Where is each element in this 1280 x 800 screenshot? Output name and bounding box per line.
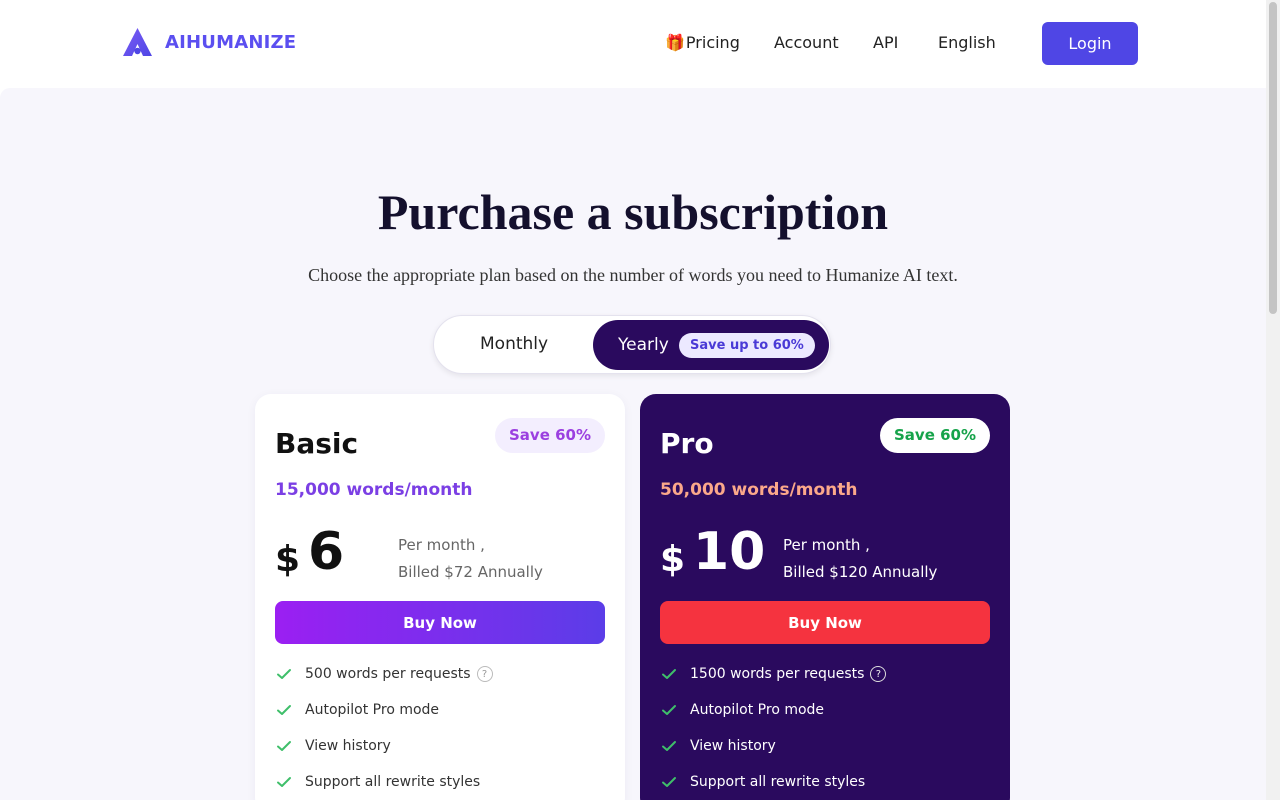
plan-card-pro: Pro Save 60% 50,000 words/month $ 10 Per…	[640, 394, 1010, 800]
page-scrollbar[interactable]	[1266, 0, 1280, 800]
plan-word-quota: 50,000 words/month	[660, 480, 858, 500]
feature-label: Autopilot Pro mode	[690, 702, 825, 718]
billed-annually-text: Billed $120 Annually	[783, 563, 938, 581]
price-currency: $	[660, 539, 686, 580]
feature-label: Autopilot Pro mode	[305, 702, 440, 718]
per-month-text: Per month ,	[783, 536, 870, 554]
plan-name: Basic	[275, 427, 359, 460]
yearly-save-badge: Save up to 60%	[679, 333, 815, 358]
list-item: Support all rewrite styles	[660, 764, 886, 800]
login-button[interactable]: Login	[1042, 22, 1138, 65]
list-item: Autopilot Pro mode	[275, 692, 493, 728]
price-billing-note: Per month , Billed $72 Annually	[398, 532, 543, 586]
list-item: 1500 words per requests ?	[660, 656, 887, 692]
check-icon	[275, 665, 293, 683]
feature-label: 500 words per requests	[305, 666, 471, 682]
feature-list: 1500 words per requests ? Autopilot Pro …	[660, 656, 887, 800]
feature-label: View history	[305, 738, 391, 754]
plan-save-badge: Save 60%	[494, 418, 605, 453]
brand-name: AIHUMANIZE	[165, 31, 297, 53]
price-billing-note: Per month , Billed $120 Annually	[783, 532, 937, 586]
feature-label: 1500 words per requests	[690, 666, 865, 682]
nav-account-link[interactable]: Account	[774, 33, 839, 52]
plan-word-quota: 15,000 words/month	[275, 480, 473, 500]
plan-card-basic: Basic Save 60% 15,000 words/month $ 6 Pe…	[255, 394, 625, 800]
check-icon	[275, 737, 293, 755]
yearly-label: Yearly	[618, 335, 669, 355]
page-subtitle: Choose the appropriate plan based on the…	[308, 265, 958, 285]
plan-save-badge: Save 60%	[879, 418, 990, 453]
check-icon	[660, 665, 678, 683]
plan-name: Pro	[660, 427, 714, 460]
check-icon	[275, 773, 293, 791]
check-icon	[275, 701, 293, 719]
feature-label: Support all rewrite styles	[690, 774, 866, 790]
pricing-section: Purchase a subscription Choose the appro…	[0, 88, 1266, 800]
feature-list: 500 words per requests ? Autopilot Pro m…	[275, 656, 493, 800]
nav-pricing-label: Pricing	[685, 33, 740, 52]
language-selector[interactable]: English	[938, 33, 996, 52]
help-icon[interactable]: ?	[476, 666, 493, 682]
list-item: View history	[660, 728, 886, 764]
a-triangle-logo-icon	[123, 28, 152, 56]
price-amount: 6	[308, 522, 345, 582]
check-icon	[660, 701, 678, 719]
top-navbar: AIHUMANIZE 🎁Pricing Account API English …	[0, 0, 1266, 88]
monthly-option[interactable]: Monthly	[480, 334, 548, 354]
billed-annually-text: Billed $72 Annually	[398, 563, 543, 581]
feature-label: Support all rewrite styles	[305, 774, 481, 790]
check-icon	[660, 737, 678, 755]
help-icon[interactable]: ?	[870, 666, 887, 682]
price-currency: $	[275, 539, 301, 580]
list-item: View history	[275, 728, 493, 764]
per-month-text: Per month ,	[398, 536, 485, 554]
price-amount: 10	[693, 522, 766, 582]
nav-api-link[interactable]: API	[873, 33, 898, 52]
scrollbar-thumb[interactable]	[1269, 2, 1277, 314]
buy-now-button-pro[interactable]: Buy Now	[660, 601, 990, 644]
yearly-option[interactable]: Yearly Save up to 60%	[593, 320, 829, 370]
list-item: Autopilot Pro mode	[660, 692, 886, 728]
buy-now-button-basic[interactable]: Buy Now	[275, 601, 605, 644]
billing-period-toggle: Monthly Yearly Save up to 60%	[433, 315, 831, 374]
feature-label: View history	[690, 738, 776, 754]
page-title: Purchase a subscription	[377, 184, 889, 240]
brand-logo[interactable]: AIHUMANIZE	[122, 27, 296, 57]
list-item: Support all rewrite styles	[275, 764, 493, 800]
gift-icon: 🎁	[665, 33, 685, 52]
check-icon	[660, 773, 678, 791]
list-item: 500 words per requests ?	[275, 656, 493, 692]
nav-pricing-link[interactable]: 🎁Pricing	[665, 33, 740, 52]
